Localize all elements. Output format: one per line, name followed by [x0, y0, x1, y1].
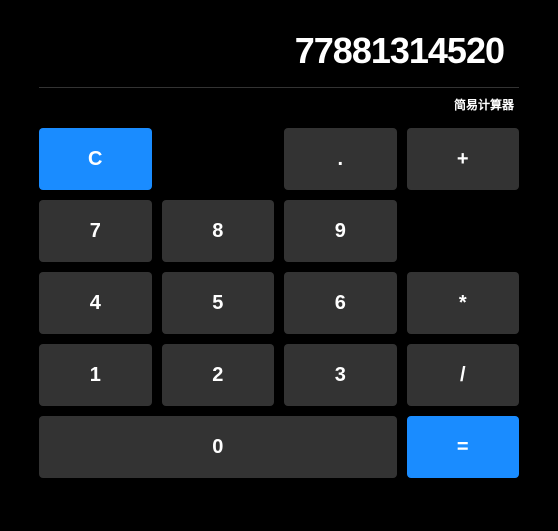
five-button[interactable]: 5	[162, 272, 275, 334]
zero-button[interactable]: 0	[39, 416, 397, 478]
multiply-button[interactable]: *	[407, 272, 520, 334]
clear-button[interactable]: C	[39, 128, 152, 190]
plus-button[interactable]: +	[407, 128, 520, 190]
display-output: 77881314520	[39, 20, 519, 87]
seven-button[interactable]: 7	[39, 200, 152, 262]
subtitle-label: 简易计算器	[39, 96, 519, 113]
spacer	[407, 200, 520, 262]
six-button[interactable]: 6	[284, 272, 397, 334]
equals-button[interactable]: =	[407, 416, 520, 478]
one-button[interactable]: 1	[39, 344, 152, 406]
divide-button[interactable]: /	[407, 344, 520, 406]
dot-button[interactable]: .	[284, 128, 397, 190]
eight-button[interactable]: 8	[162, 200, 275, 262]
two-button[interactable]: 2	[162, 344, 275, 406]
divider-line	[39, 87, 519, 88]
calculator-container: 77881314520 简易计算器 C . + 7 8 9 4 5 6 * 1 …	[19, 0, 539, 498]
three-button[interactable]: 3	[284, 344, 397, 406]
four-button[interactable]: 4	[39, 272, 152, 334]
spacer	[162, 128, 275, 190]
button-grid: C . + 7 8 9 4 5 6 * 1 2 3 / 0 =	[39, 128, 519, 478]
nine-button[interactable]: 9	[284, 200, 397, 262]
